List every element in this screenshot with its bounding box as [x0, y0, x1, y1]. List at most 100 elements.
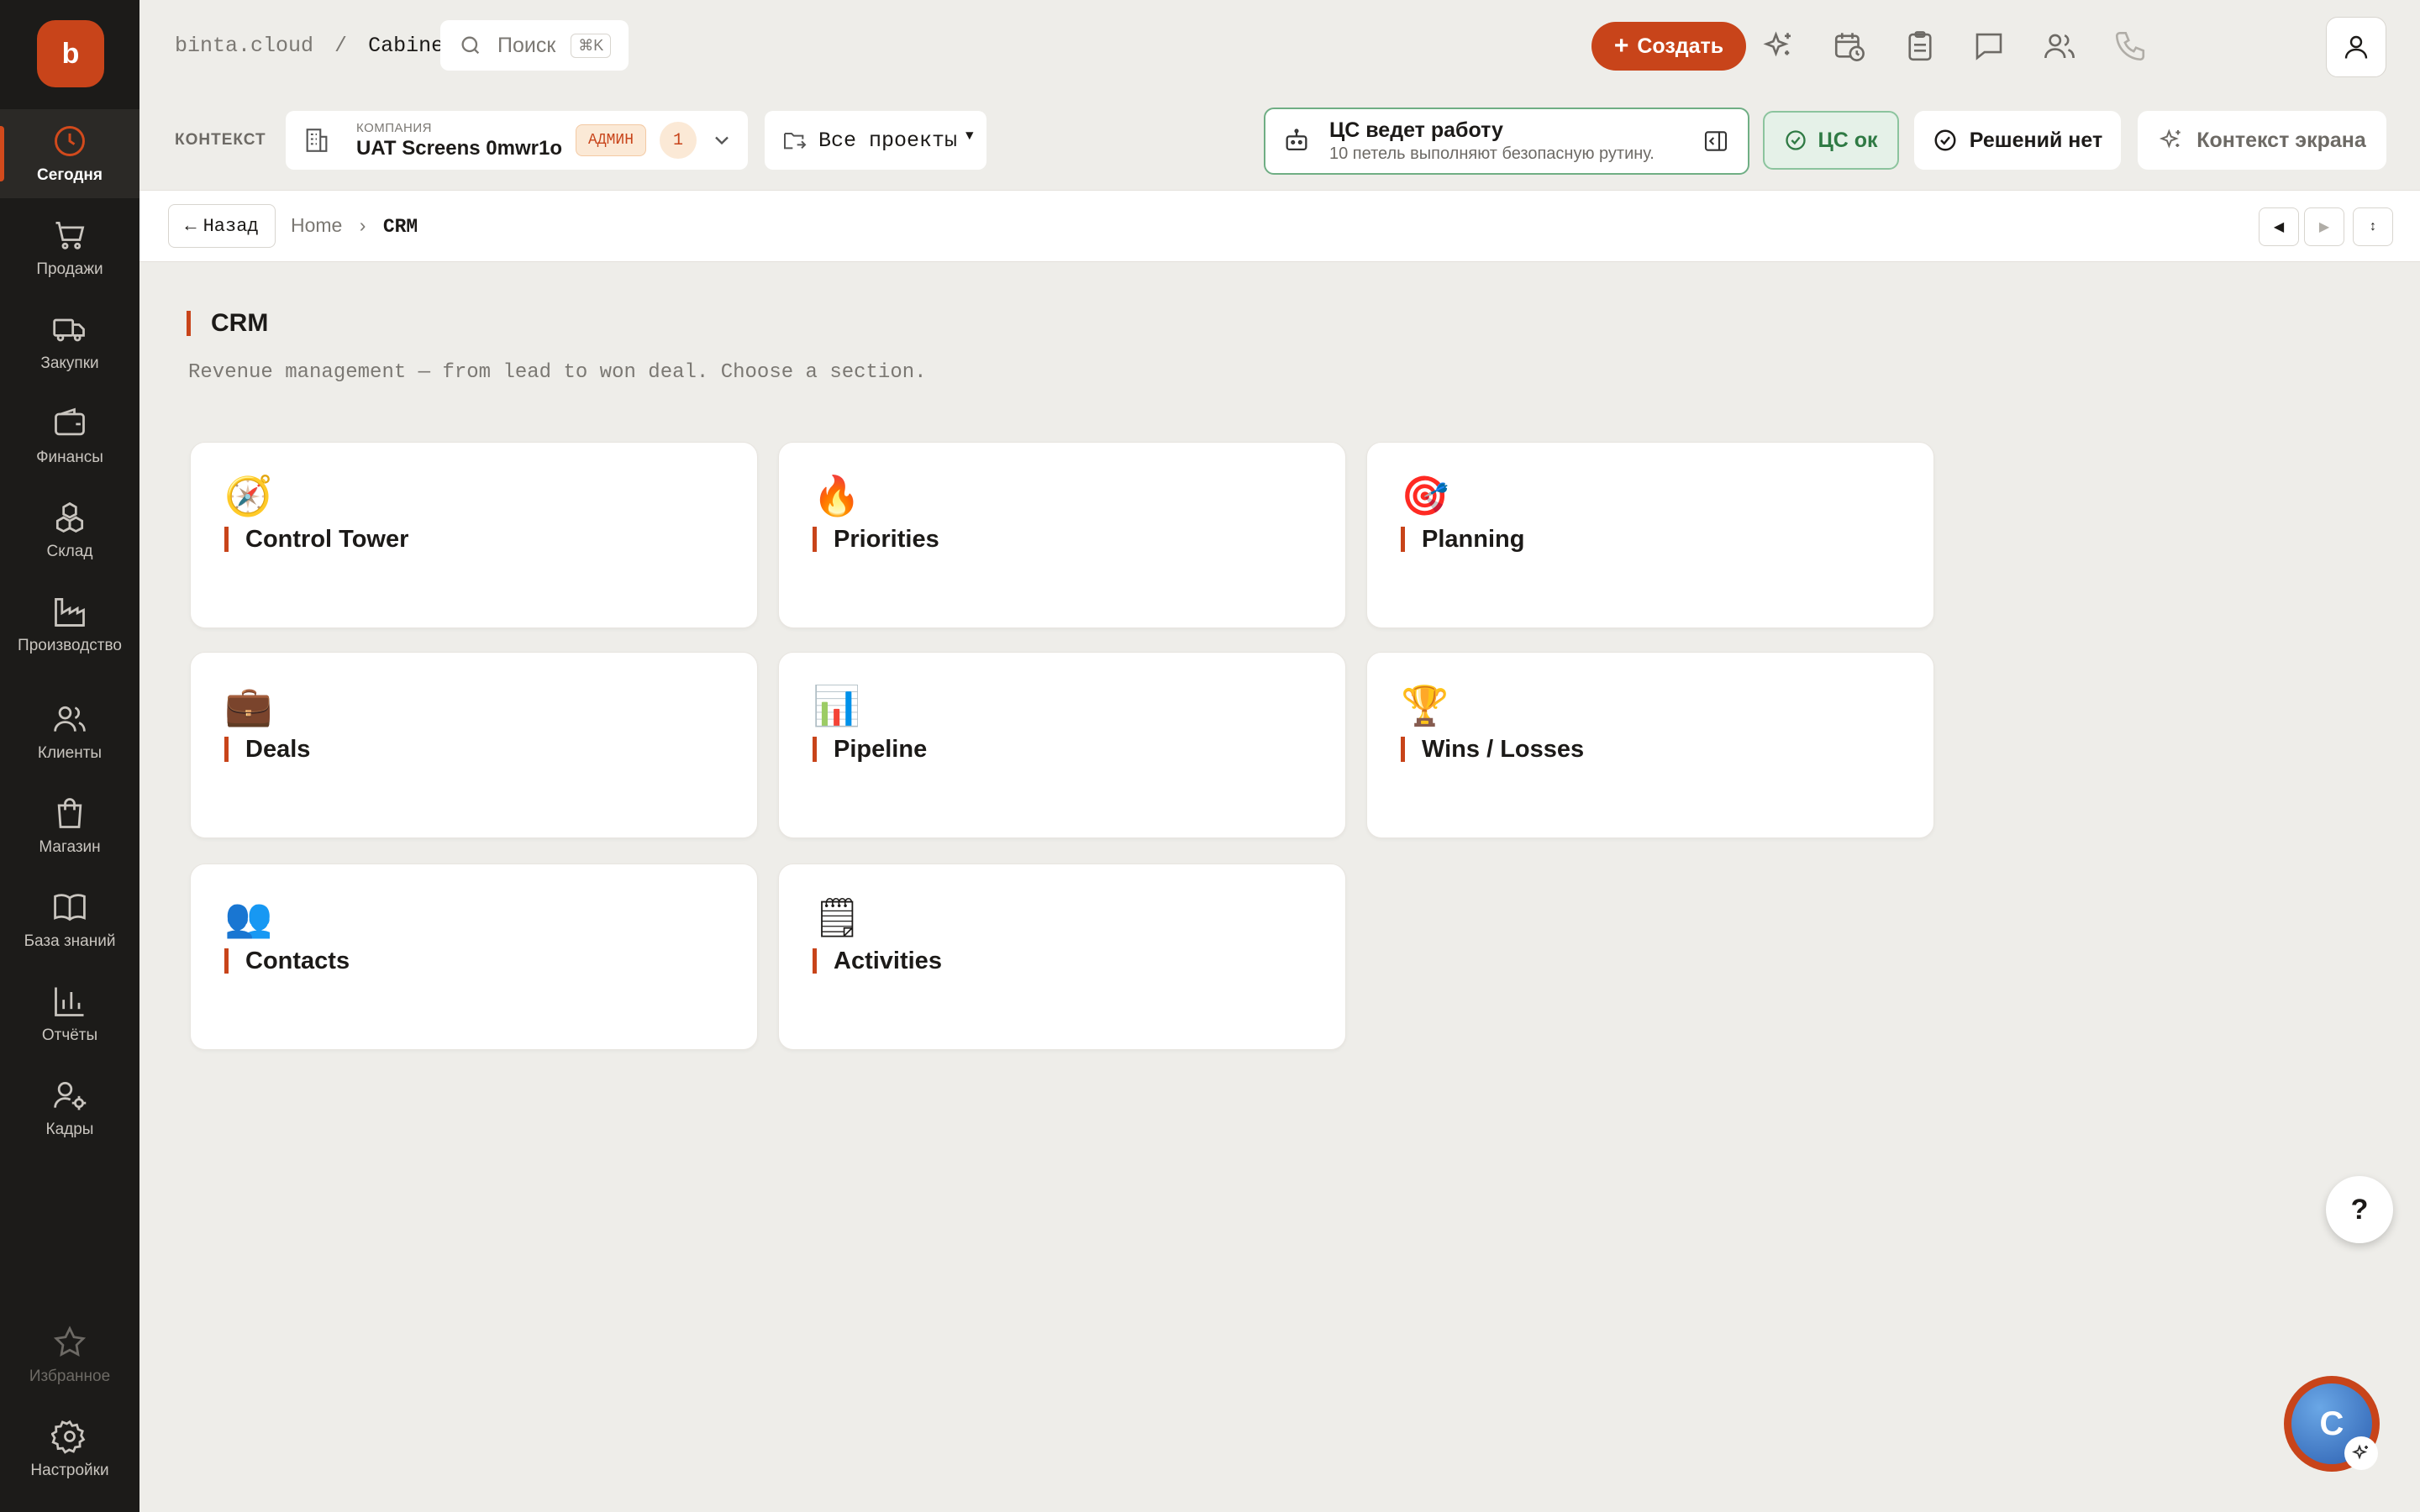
shopping-bag-icon — [51, 795, 88, 832]
sidebar-item-shop[interactable]: Магазин — [0, 781, 139, 870]
search-shortcut: ⌘K — [571, 33, 612, 58]
card-title: Deals — [224, 737, 310, 762]
sidebar-item-hr[interactable]: Кадры — [0, 1063, 139, 1152]
trophy-icon: 🏆 — [1401, 683, 1449, 728]
back-label: Назад — [203, 215, 259, 237]
sidebar-item-purchases[interactable]: Закупки — [0, 297, 139, 386]
breadcrumb-current: CRM — [382, 216, 418, 238]
sidebar: b Сегодня Продажи Закупки Финансы Склад … — [0, 0, 139, 1512]
search-input[interactable]: Поиск ⌘K — [440, 20, 629, 71]
card-pipeline[interactable]: 📊 Pipeline — [778, 652, 1346, 838]
company-caption: КОМПАНИЯ — [356, 120, 432, 135]
card-title: Activities — [813, 948, 942, 974]
card-contacts[interactable]: 👥 Contacts — [190, 864, 758, 1050]
sidebar-item-today[interactable]: Сегодня — [0, 109, 139, 198]
book-icon — [51, 889, 88, 926]
sidebar-item-label: Кадры — [45, 1121, 94, 1138]
sidebar-item-knowledge-base[interactable]: База знаний — [0, 875, 139, 964]
boxes-icon — [51, 499, 88, 536]
sidebar-item-label: Магазин — [39, 838, 101, 856]
card-wins-losses[interactable]: 🏆 Wins / Losses — [1366, 652, 1934, 838]
help-button[interactable]: ? — [2326, 1176, 2393, 1243]
cart-icon — [51, 217, 88, 254]
sidebar-item-favorites[interactable]: Избранное — [0, 1310, 139, 1399]
users-icon — [51, 701, 88, 738]
page-subtitle: Revenue management — from lead to won de… — [188, 361, 927, 384]
card-title: Pipeline — [813, 737, 927, 762]
sidebar-item-label: Настройки — [30, 1462, 109, 1479]
create-label: Создать — [1637, 34, 1724, 58]
bar-chart-icon — [51, 983, 88, 1020]
sidebar-item-label: Закупки — [40, 354, 99, 372]
decisions-button[interactable]: Решений нет — [1914, 111, 2121, 170]
sidebar-item-clients[interactable]: Клиенты — [0, 687, 139, 776]
card-title: Control Tower — [224, 527, 408, 552]
card-priorities[interactable]: 🔥 Priorities — [778, 442, 1346, 628]
breadcrumb-separator: › — [359, 214, 366, 236]
role-badge: АДМИН — [575, 124, 646, 156]
domain-link[interactable]: binta.cloud — [175, 34, 313, 58]
breadcrumb: Home › CRM — [291, 214, 418, 238]
bar-chart-icon: 📊 — [813, 683, 861, 728]
clipboard-icon[interactable] — [1902, 29, 1938, 64]
card-deals[interactable]: 💼 Deals — [190, 652, 758, 838]
phone-icon[interactable] — [2112, 29, 2148, 64]
card-planning[interactable]: 🎯 Planning — [1366, 442, 1934, 628]
card-control-tower[interactable]: 🧭 Control Tower — [190, 442, 758, 628]
projects-selector[interactable]: Все проекты ▼ — [765, 111, 986, 170]
sidebar-item-label: Финансы — [36, 449, 103, 466]
assistant-avatar-button[interactable]: C — [2284, 1376, 2380, 1472]
expand-button[interactable]: ↕ — [2353, 207, 2393, 246]
target-icon: 🎯 — [1401, 473, 1449, 518]
breadcrumb-home[interactable]: Home — [291, 214, 342, 236]
sidebar-item-production[interactable]: Производство — [0, 580, 139, 669]
clock-icon — [51, 123, 88, 160]
sidebar-item-reports[interactable]: Отчёты — [0, 969, 139, 1058]
building-icon — [306, 129, 328, 152]
sidebar-item-finance[interactable]: Финансы — [0, 391, 139, 480]
card-title: Priorities — [813, 527, 939, 552]
chat-icon[interactable] — [1971, 29, 2007, 64]
screen-context-button[interactable]: Контекст экрана — [2138, 111, 2386, 170]
user-profile-button[interactable] — [2326, 17, 2386, 77]
ai-sparkle-icon[interactable] — [1761, 29, 1797, 64]
company-name: UAT Screens 0mwr1o — [356, 136, 562, 160]
create-button[interactable]: + Создать — [1591, 22, 1746, 71]
sidebar-item-warehouse[interactable]: Склад — [0, 486, 139, 575]
sidebar-item-sales[interactable]: Продажи — [0, 203, 139, 292]
team-icon[interactable] — [2042, 29, 2077, 64]
notepad-icon: 🗒 — [813, 895, 862, 940]
cs-ok-badge[interactable]: ЦС ок — [1763, 111, 1899, 170]
card-activities[interactable]: 🗒 Activities — [778, 864, 1346, 1050]
back-button[interactable]: ← Назад — [168, 204, 276, 248]
decisions-label: Решений нет — [1969, 128, 2103, 152]
company-selector[interactable]: КОМПАНИЯ UAT Screens 0mwr1o АДМИН 1 — [286, 111, 748, 170]
calendar-clock-icon[interactable] — [1832, 29, 1867, 64]
factory-icon — [51, 593, 88, 630]
top-breadcrumb: binta.cloud / Cabinet — [175, 34, 456, 58]
sidebar-item-label: Избранное — [29, 1368, 111, 1385]
compass-icon: 🧭 — [224, 473, 273, 518]
app-logo[interactable]: b — [37, 20, 104, 87]
prev-button[interactable]: ◀ — [2259, 207, 2299, 246]
card-title: Contacts — [224, 948, 350, 974]
sidebar-item-label: Клиенты — [37, 744, 103, 762]
sidebar-item-label: Сегодня — [37, 166, 103, 184]
next-button[interactable]: ▶ — [2304, 207, 2344, 246]
user-gear-icon — [51, 1077, 88, 1114]
plus-icon: + — [1613, 32, 1629, 60]
sidebar-item-label: Производство — [18, 637, 122, 654]
panel-toggle-icon[interactable] — [1702, 128, 1729, 155]
sidebar-item-settings[interactable]: Настройки — [0, 1404, 139, 1494]
fire-icon: 🔥 — [813, 473, 861, 518]
breadcrumb-separator: / — [334, 34, 348, 58]
card-title: Wins / Losses — [1401, 737, 1584, 762]
sidebar-item-label: Продажи — [36, 260, 103, 278]
truck-icon — [51, 311, 88, 348]
check-circle-icon — [1934, 129, 1956, 151]
context-label: КОНТЕКСТ — [175, 131, 266, 149]
screen-context-label: Контекст экрана — [2196, 128, 2366, 152]
cs-status-card[interactable]: ЦС ведет работу 10 петель выполняют безо… — [1264, 108, 1749, 175]
sidebar-item-label: База знаний — [24, 932, 116, 950]
count-badge: 1 — [660, 122, 697, 159]
